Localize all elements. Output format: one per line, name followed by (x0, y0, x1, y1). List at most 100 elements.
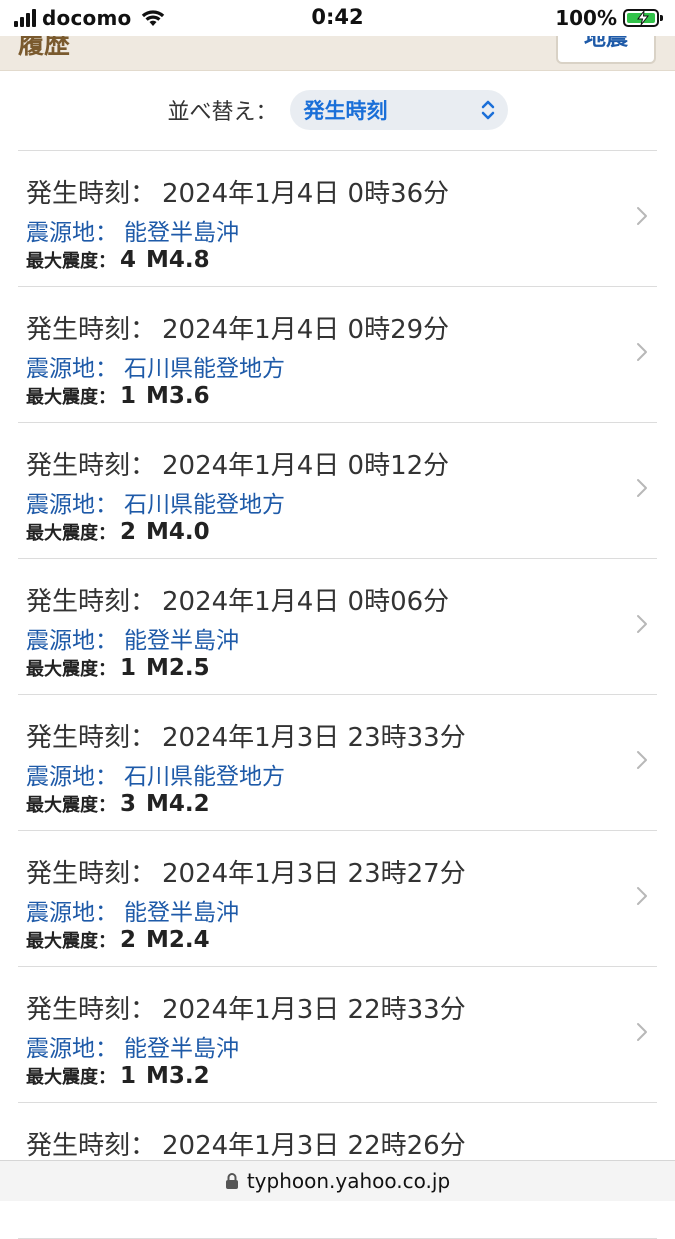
max-intensity-value: 2 (120, 927, 137, 953)
sort-select[interactable]: 発生時刻 (289, 90, 508, 130)
max-intensity-value: 4 (120, 247, 137, 273)
epicenter-label: 震源地： (26, 492, 118, 518)
magnitude-value: M2.4 (146, 927, 210, 953)
max-intensity-label: 最大震度： (26, 1067, 116, 1088)
occurrence-time: 発生時刻： 2024年1月4日 0時06分 (26, 581, 449, 618)
occurrence-time-value: 2024年1月3日 22時33分 (162, 995, 466, 1025)
epicenter-value: 能登半島沖 (124, 220, 239, 246)
max-intensity-label: 最大震度： (26, 931, 116, 952)
earthquake-list-item[interactable]: 発生時刻： 2024年1月3日 23時27分 震源地： 能登半島沖 最大震度： 2 M2.4 (18, 831, 657, 967)
magnitude-value: M4.2 (146, 791, 210, 817)
sort-selected-value: 発生時刻 (303, 99, 388, 123)
tab-strip: 履歴 地震 (0, 36, 675, 71)
earthquake-list-item[interactable]: 発生時刻： 2024年1月4日 0時36分 震源地： 能登半島沖 最大震度： 4 M4.8 (18, 151, 657, 287)
max-intensity-value: 1 (120, 383, 137, 409)
sort-label: 並べ替え： (167, 100, 278, 125)
updown-chevron-icon (481, 100, 494, 120)
url-text: typhoon.yahoo.co.jp (246, 1169, 451, 1193)
epicenter-label: 震源地： (26, 356, 118, 382)
chevron-right-icon (637, 343, 647, 361)
occurrence-time: 発生時刻： 2024年1月4日 0時36分 (26, 173, 449, 210)
occurrence-time-label: 発生時刻： (26, 723, 157, 753)
magnitude-value: M4.0 (146, 519, 210, 545)
occurrence-time-label: 発生時刻： (26, 587, 157, 617)
occurrence-time: 発生時刻： 2024年1月3日 23時27分 (26, 853, 466, 890)
earthquake-list-item[interactable]: 発生時刻： 2024年1月4日 0時06分 震源地： 能登半島沖 最大震度： 1 M2.5 (18, 559, 657, 695)
max-intensity: 最大震度： 2 M4.0 (26, 519, 210, 545)
epicenter: 震源地： 能登半島沖 (26, 621, 239, 655)
epicenter: 震源地： 石川県能登地方 (26, 485, 285, 519)
epicenter-label: 震源地： (26, 764, 118, 790)
chevron-right-icon (637, 207, 647, 225)
epicenter: 震源地： 石川県能登地方 (26, 349, 285, 383)
max-intensity-value: 2 (120, 519, 137, 545)
epicenter-value: 能登半島沖 (124, 900, 239, 926)
occurrence-time-value: 2024年1月3日 22時26分 (162, 1131, 466, 1161)
epicenter-label: 震源地： (26, 1036, 118, 1062)
chevron-right-icon (637, 887, 647, 905)
bolt-icon (637, 11, 649, 25)
epicenter-label: 震源地： (26, 628, 118, 654)
sort-row: 並べ替え： 発生時刻 (0, 88, 675, 132)
max-intensity: 最大震度： 4 M4.8 (26, 247, 210, 273)
occurrence-time-label: 発生時刻： (26, 451, 157, 481)
occurrence-time-label: 発生時刻： (26, 859, 157, 889)
battery-percent: 100% (555, 6, 617, 30)
epicenter-value: 石川県能登地方 (124, 764, 285, 790)
epicenter-value: 石川県能登地方 (124, 356, 285, 382)
epicenter-value: 石川県能登地方 (124, 492, 285, 518)
battery-charging-icon (623, 9, 663, 27)
tab-earthquake-label: 地震 (583, 36, 628, 51)
chevron-right-icon (637, 751, 647, 769)
chevron-right-icon (637, 615, 647, 633)
magnitude-value: M3.2 (146, 1063, 210, 1089)
max-intensity-value: 1 (120, 655, 137, 681)
epicenter-value: 能登半島沖 (124, 1036, 239, 1062)
url-bar[interactable]: typhoon.yahoo.co.jp (0, 1160, 675, 1201)
occurrence-time-label: 発生時刻： (26, 1131, 157, 1161)
max-intensity-value: 1 (120, 1063, 137, 1089)
occurrence-time-value: 2024年1月4日 0時06分 (162, 587, 450, 617)
occurrence-time-value: 2024年1月3日 23時33分 (162, 723, 466, 753)
epicenter-value: 能登半島沖 (124, 628, 239, 654)
max-intensity: 最大震度： 2 M2.4 (26, 927, 210, 953)
max-intensity-label: 最大震度： (26, 523, 116, 544)
chevron-right-icon (637, 479, 647, 497)
occurrence-time: 発生時刻： 2024年1月3日 22時26分 (26, 1125, 466, 1162)
chevron-right-icon (637, 1023, 647, 1041)
epicenter: 震源地： 能登半島沖 (26, 1029, 239, 1063)
occurrence-time-value: 2024年1月3日 23時27分 (162, 859, 466, 889)
tab-strip-title: 履歴 (18, 36, 71, 60)
epicenter-label: 震源地： (26, 220, 118, 246)
epicenter: 震源地： 能登半島沖 (26, 893, 239, 927)
magnitude-value: M4.8 (146, 247, 210, 273)
status-bar: docomo 0:42 100% (0, 0, 675, 36)
max-intensity: 最大震度： 1 M2.5 (26, 655, 210, 681)
occurrence-time: 発生時刻： 2024年1月4日 0時12分 (26, 445, 449, 482)
magnitude-value: M3.6 (146, 383, 210, 409)
occurrence-time-value: 2024年1月4日 0時12分 (162, 451, 450, 481)
tab-earthquake[interactable]: 地震 (556, 36, 656, 64)
occurrence-time: 発生時刻： 2024年1月4日 0時29分 (26, 309, 449, 346)
earthquake-list-item[interactable]: 発生時刻： 2024年1月4日 0時29分 震源地： 石川県能登地方 最大震度： 1 M3.… (18, 287, 657, 423)
occurrence-time-label: 発生時刻： (26, 179, 157, 209)
magnitude-value: M2.5 (146, 655, 210, 681)
occurrence-time-label: 発生時刻： (26, 995, 157, 1025)
max-intensity-label: 最大震度： (26, 659, 116, 680)
lock-icon (225, 1173, 238, 1189)
max-intensity: 最大震度： 3 M4.2 (26, 791, 210, 817)
earthquake-list-item[interactable]: 発生時刻： 2024年1月3日 22時33分 震源地： 能登半島沖 最大震度： 1 M3.2 (18, 967, 657, 1103)
epicenter: 震源地： 石川県能登地方 (26, 757, 285, 791)
status-right: 100% (555, 6, 663, 30)
earthquake-list-item[interactable]: 発生時刻： 2024年1月3日 23時33分震源地： 石川県能登地方 最大震度： 3 M4… (18, 695, 657, 831)
max-intensity: 最大震度： 1 M3.2 (26, 1063, 210, 1089)
epicenter: 震源地： 能登半島沖 (26, 213, 239, 247)
epicenter-label: 震源地： (26, 900, 118, 926)
battery-level (627, 11, 655, 25)
max-intensity: 最大震度： 1 M3.6 (26, 383, 210, 409)
max-intensity-label: 最大震度： (26, 251, 116, 272)
occurrence-time-value: 2024年1月4日 0時29分 (162, 315, 450, 345)
battery-tip (660, 15, 663, 21)
occurrence-time: 発生時刻： 2024年1月3日 22時33分 (26, 989, 466, 1026)
earthquake-list-item[interactable]: 発生時刻： 2024年1月4日 0時12分 震源地： 石川県能登地方 最大震度： 2 M4.… (18, 423, 657, 559)
